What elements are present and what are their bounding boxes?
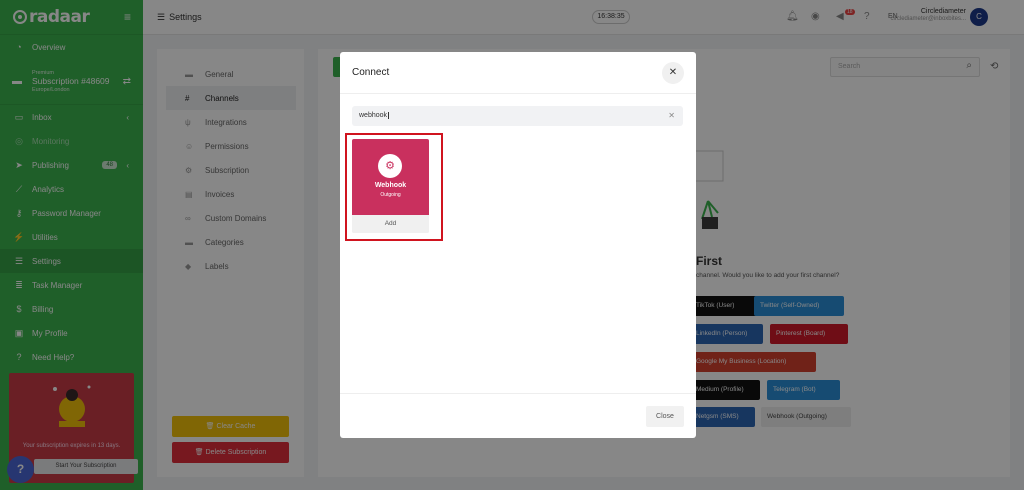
- webhook-card[interactable]: ⚙ Webhook Outgoing Add: [352, 139, 429, 233]
- webhook-card-sub: Outgoing: [380, 192, 401, 198]
- clear-search-icon[interactable]: ✕: [668, 106, 675, 126]
- connect-modal: Connect ✕ webhook ✕ ⚙ Webhook Outgoing A…: [340, 52, 696, 438]
- close-button[interactable]: Close: [646, 406, 684, 427]
- webhook-card-name: Webhook: [374, 182, 407, 189]
- modal-title: Connect: [352, 67, 390, 78]
- webhook-add-button[interactable]: Add: [352, 215, 429, 233]
- channel-search-value: webhook: [359, 112, 388, 119]
- webhook-card-body[interactable]: ⚙ Webhook Outgoing: [352, 139, 429, 215]
- modal-footer: Close: [340, 393, 696, 438]
- close-icon[interactable]: ✕: [662, 62, 684, 84]
- channel-search-input[interactable]: webhook ✕: [352, 106, 683, 126]
- gear-icon: ⚙: [378, 154, 402, 178]
- modal-header: Connect: [340, 52, 696, 94]
